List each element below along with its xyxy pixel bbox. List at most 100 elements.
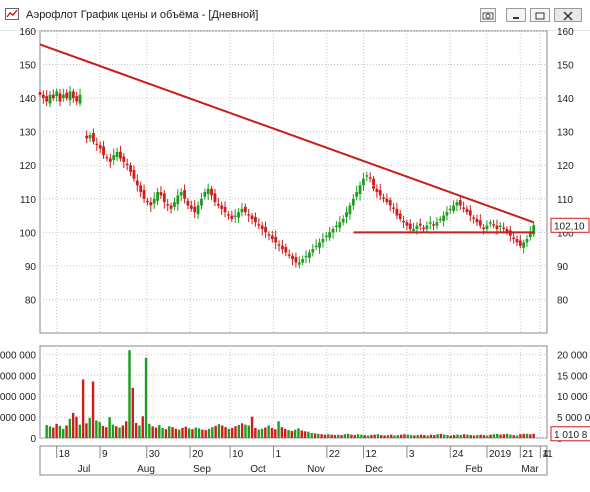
volume-bar bbox=[363, 435, 366, 438]
price-tick-label-right: 120 bbox=[557, 161, 574, 172]
day-tick-label: 4 bbox=[543, 449, 549, 460]
price-candle-body bbox=[284, 247, 288, 253]
price-volume-chart: 80 8090 90100 100110 110120 120130 130140 14015… bbox=[0, 27, 590, 476]
volume-bar bbox=[337, 434, 340, 438]
price-candle-body bbox=[98, 145, 102, 149]
chart-window: Аэрофлот График цены и объёма - [Дневной… bbox=[0, 0, 590, 492]
price-candle-body bbox=[227, 214, 230, 216]
volume-bar bbox=[91, 381, 95, 438]
volume-bar bbox=[505, 433, 509, 438]
price-candle-body bbox=[92, 133, 95, 142]
volume-bar bbox=[512, 435, 515, 438]
price-candle-body bbox=[237, 212, 240, 218]
price-candle-body bbox=[351, 198, 355, 206]
price-candle-body bbox=[230, 215, 234, 219]
price-tick-label-right: 90 bbox=[557, 262, 569, 273]
price-candle-body bbox=[378, 190, 382, 196]
price-candle-body bbox=[260, 225, 264, 229]
day-tick-label: 30 bbox=[149, 449, 161, 460]
price-candle-body bbox=[314, 245, 318, 248]
volume-bar bbox=[221, 425, 224, 438]
day-tick-label: 3 bbox=[409, 449, 415, 460]
volume-bar bbox=[267, 425, 270, 438]
price-candle-body bbox=[213, 193, 217, 203]
price-candle-body bbox=[166, 204, 170, 206]
price-candle-body bbox=[38, 92, 42, 95]
volume-bar bbox=[515, 435, 519, 438]
price-candle-body bbox=[345, 212, 348, 217]
price-candle-body bbox=[129, 165, 132, 172]
price-candle-body bbox=[482, 227, 486, 229]
price-candle-body bbox=[438, 218, 442, 221]
volume-bar bbox=[144, 357, 148, 438]
price-candle-body bbox=[115, 151, 119, 158]
price-candle-body bbox=[318, 242, 321, 248]
price-candle-body bbox=[425, 225, 429, 229]
price-candle-body bbox=[264, 226, 267, 233]
price-candle-body bbox=[428, 222, 432, 224]
volume-tick-label-right: 5 000 000 bbox=[557, 413, 590, 424]
price-candle-body bbox=[294, 257, 298, 263]
volume-bar bbox=[45, 425, 48, 438]
volume-bar bbox=[466, 434, 469, 438]
volume-bar bbox=[270, 427, 274, 438]
price-candle-body bbox=[102, 146, 105, 156]
price-candle-body bbox=[468, 210, 472, 216]
price-candle-body bbox=[88, 135, 92, 139]
price-candle-body bbox=[311, 249, 315, 253]
volume-bar bbox=[413, 435, 416, 438]
volume-bar bbox=[373, 434, 376, 438]
volume-bar bbox=[307, 431, 310, 438]
volume-bar bbox=[333, 435, 337, 438]
price-candle-body bbox=[119, 151, 122, 159]
price-candle-body bbox=[448, 208, 452, 211]
volume-bar bbox=[532, 433, 535, 438]
price-candle-body bbox=[362, 178, 365, 186]
price-candle-body bbox=[122, 156, 126, 162]
volume-bar bbox=[509, 434, 512, 438]
price-candle-body bbox=[220, 205, 224, 209]
price-candle-body bbox=[85, 135, 89, 139]
price-candle-body bbox=[254, 216, 257, 223]
volume-bar bbox=[310, 432, 313, 438]
volume-bar bbox=[184, 426, 188, 438]
price-candle-body bbox=[435, 222, 439, 226]
month-tick-label: Nov bbox=[307, 464, 325, 475]
price-tick-label-left: 90 bbox=[25, 262, 37, 273]
price-candle-body bbox=[422, 227, 425, 229]
volume-bar bbox=[171, 427, 174, 438]
price-candle-body bbox=[475, 218, 479, 223]
price-candle-body bbox=[472, 217, 476, 219]
price-tick-label-left: 110 bbox=[20, 195, 36, 206]
volume-bar bbox=[158, 425, 161, 438]
price-tick-label-right: 140 bbox=[557, 94, 574, 105]
volume-bar bbox=[55, 423, 58, 438]
volume-tick-label-left: 10 000 000 bbox=[0, 392, 36, 403]
price-candle-body bbox=[338, 222, 342, 228]
price-candle-body bbox=[492, 224, 496, 226]
volume-bar bbox=[472, 435, 476, 438]
price-candle-body bbox=[341, 218, 345, 223]
price-tick-label-left: 140 bbox=[19, 94, 36, 105]
volume-bar bbox=[403, 434, 406, 438]
volume-bar bbox=[111, 424, 115, 438]
volume-bar bbox=[320, 434, 323, 438]
day-tick-label: 10 bbox=[232, 449, 244, 460]
price-candle-body bbox=[193, 206, 197, 213]
price-candle-body bbox=[418, 223, 422, 226]
price-candle-body bbox=[51, 94, 55, 99]
price-candle-body bbox=[458, 200, 462, 206]
volume-bar bbox=[227, 428, 231, 438]
volume-bar bbox=[360, 434, 363, 438]
price-candle-body bbox=[495, 225, 499, 229]
price-candle-body bbox=[277, 244, 281, 246]
volume-tick-label-left: 5 000 000 bbox=[0, 413, 36, 424]
volume-bar bbox=[121, 425, 125, 438]
price-candle-body bbox=[412, 228, 415, 231]
volume-bar bbox=[65, 425, 68, 438]
price-candle-body bbox=[247, 214, 251, 216]
price-candle-body bbox=[518, 240, 522, 246]
volume-bar bbox=[68, 418, 72, 438]
price-candle-body bbox=[274, 237, 278, 243]
volume-bar bbox=[429, 434, 433, 438]
